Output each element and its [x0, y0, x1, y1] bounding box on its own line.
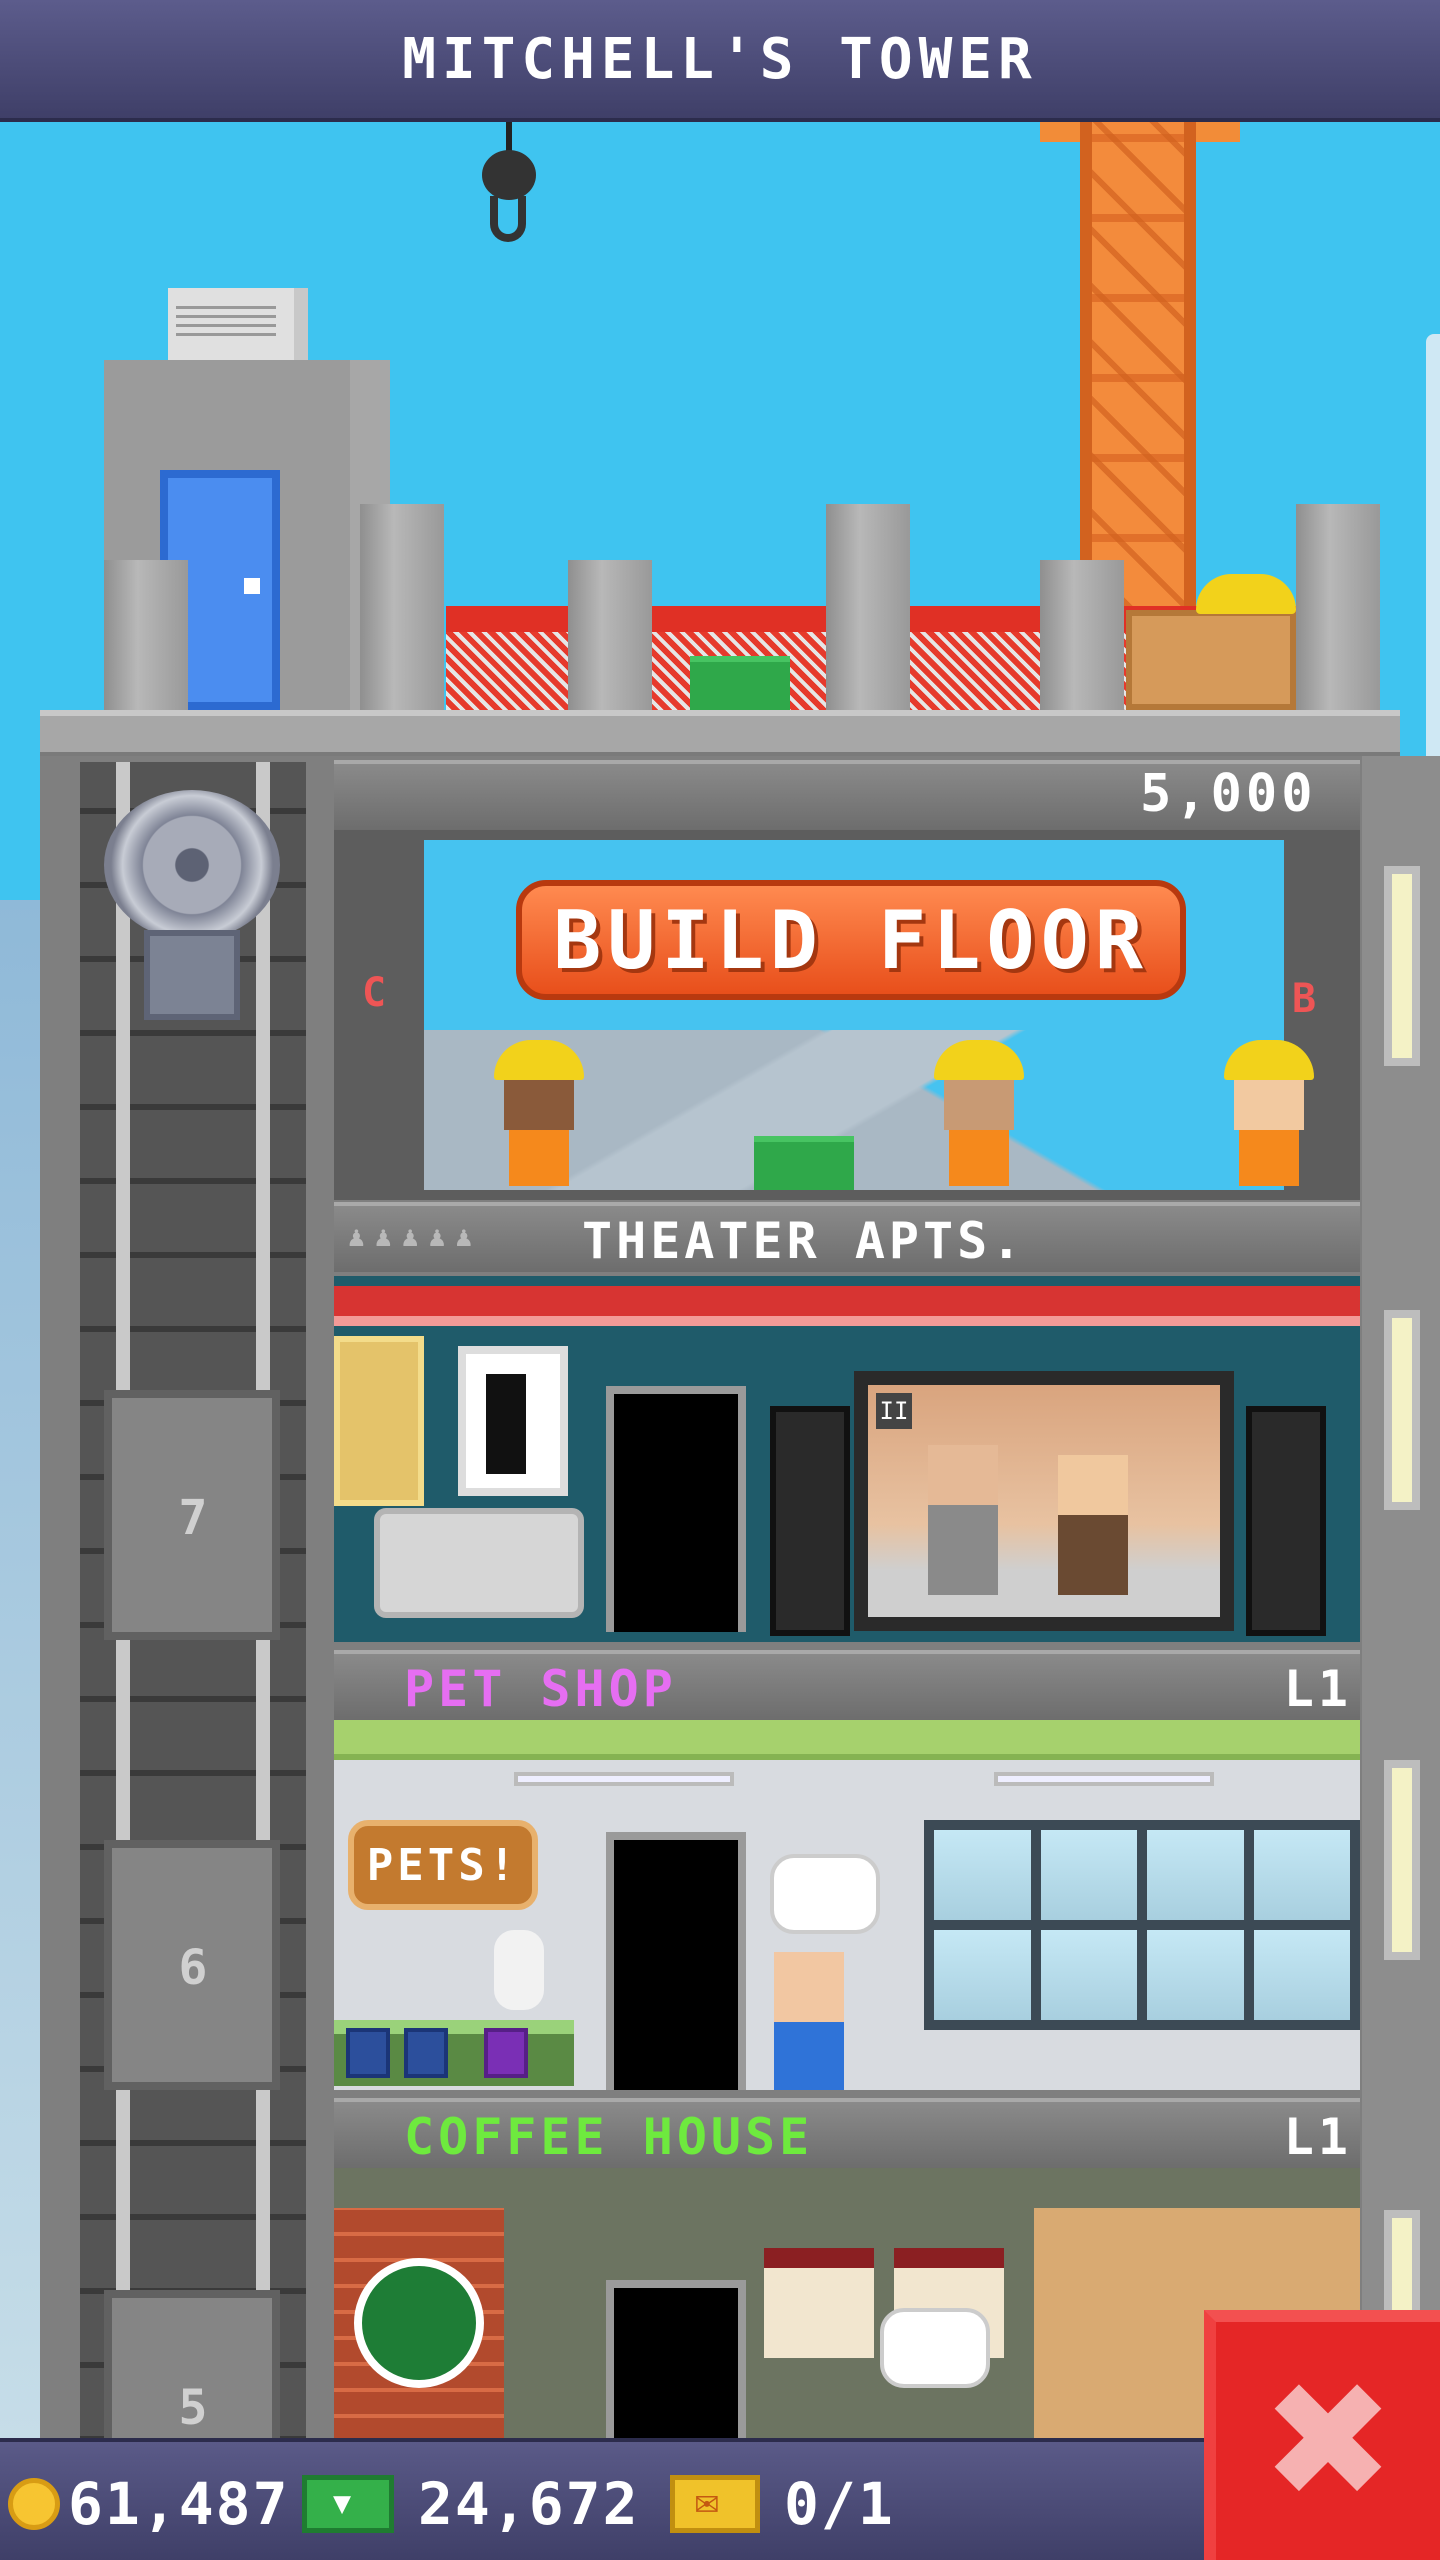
floor-label-bar-theater[interactable]: ♟♟♟♟♟ THEATER APTS. [334, 1202, 1360, 1272]
crane-hook-icon [482, 150, 536, 200]
tower-window [1384, 866, 1420, 1066]
roof-slab [40, 710, 1400, 758]
pet-cages [924, 1820, 1360, 2030]
coffee-cup-icon [354, 2258, 484, 2388]
ticket-icon [670, 2475, 760, 2533]
tower-window [1384, 1310, 1420, 1510]
tower-title: MITCHELL'S TOWER [402, 26, 1038, 92]
coffee-request-bubble-icon[interactable] [880, 2308, 990, 2388]
floor-pet-shop[interactable]: PETS! [334, 1720, 1360, 2090]
build-floor-cost: 5,000 [1140, 764, 1317, 824]
movie-poster [334, 1336, 424, 1506]
theater-awning [334, 1286, 1360, 1326]
coins-counter[interactable]: 61,487 [8, 2470, 290, 2538]
supply-crate [1126, 610, 1296, 710]
floor-door [606, 1832, 746, 2090]
tower-title-bar[interactable]: MITCHELL'S TOWER [0, 0, 1440, 122]
occupancy-icons: ♟♟♟♟♟ [348, 1220, 483, 1253]
tickets-value: 0/1 [784, 2470, 895, 2538]
floor-door [606, 2280, 746, 2440]
hard-hat-pile-icon [1196, 574, 1296, 614]
cancel-build-button[interactable]: ✖ [1204, 2310, 1440, 2560]
television: II [854, 1371, 1234, 1631]
bux-counter[interactable]: 24,672 [302, 2470, 640, 2538]
construction-worker[interactable] [934, 1040, 1024, 1186]
pet-shop-awning [334, 1720, 1360, 1760]
ceiling-light [994, 1772, 1214, 1786]
menu-board [764, 2248, 874, 2358]
toolbox-icon [690, 656, 790, 710]
floor-level-pet-shop: L1 [1283, 1660, 1352, 1718]
construction-marker-right: B [1292, 976, 1321, 1022]
roof-pillar [1296, 504, 1380, 710]
build-floor-button[interactable]: BUILD FLOOR [516, 880, 1186, 1000]
floor-name-pet-shop: PET SHOP [404, 1660, 677, 1718]
pet-food-jar [346, 2028, 390, 2078]
tv-screen: II [868, 1385, 1220, 1617]
elevator-motor-icon [104, 790, 280, 1020]
toolbox-icon [754, 1136, 854, 1190]
pets-sign: PETS! [348, 1820, 538, 1910]
build-floor-label: BUILD FLOOR [553, 893, 1149, 987]
bux-value: 24,672 [418, 2470, 640, 2538]
elevator-floor-number: 6 [178, 1940, 212, 1996]
roof-pillar [360, 504, 444, 710]
construction-worker[interactable] [1224, 1040, 1314, 1186]
pet-food-jar [404, 2028, 448, 2078]
pet-food-jar [484, 2028, 528, 2078]
sofa [374, 1508, 584, 1618]
elevator-floor-number: 5 [178, 2380, 212, 2436]
bitizen-shopkeeper[interactable] [774, 1952, 844, 2090]
close-icon: ✖ [1260, 2347, 1396, 2534]
pause-icon: II [876, 1393, 912, 1429]
crane-tower [1080, 122, 1196, 622]
floor-label-bar-coffee-house[interactable]: COFFEE HOUSE L1 [334, 2098, 1360, 2168]
floor-label-bar-pet-shop[interactable]: PET SHOP L1 [334, 1650, 1360, 1720]
crab-request-bubble-icon[interactable] [770, 1854, 880, 1934]
bird-icon [494, 1930, 544, 2010]
roof-vent [176, 302, 276, 342]
movie-poster [458, 1346, 568, 1496]
floor-level-coffee-house: L1 [1283, 2108, 1352, 2166]
elevator-floor-number: 7 [178, 1490, 212, 1546]
roof-pillar [1040, 560, 1124, 710]
coins-value: 61,487 [68, 2470, 290, 2538]
construction-marker-left: C [362, 970, 391, 1016]
speaker-icon [770, 1406, 850, 1636]
tv-character [928, 1445, 998, 1595]
coin-icon [8, 2478, 60, 2530]
construction-floor[interactable]: C B BUILD FLOOR [334, 830, 1360, 1200]
floor-theater-apts[interactable]: II [334, 1276, 1360, 1642]
floor-name-theater: THEATER APTS. [582, 1212, 1026, 1270]
roof-pillar [826, 504, 910, 710]
tower-bux-icon [302, 2475, 394, 2533]
tower-window [1384, 1760, 1420, 1960]
side-drawer-handle[interactable] [1426, 334, 1440, 804]
door-knob [244, 578, 260, 594]
tv-character [1058, 1455, 1128, 1595]
roof-pillar [104, 560, 188, 710]
tickets-counter[interactable]: 0/1 [670, 2470, 895, 2538]
crane-hook-curve [490, 196, 526, 242]
floor-name-coffee-house: COFFEE HOUSE [404, 2108, 814, 2166]
floor-door [606, 1386, 746, 1632]
ceiling-light [514, 1772, 734, 1786]
roof-pillar [568, 560, 652, 710]
speaker-icon [1246, 1406, 1326, 1636]
construction-worker[interactable] [494, 1040, 584, 1186]
